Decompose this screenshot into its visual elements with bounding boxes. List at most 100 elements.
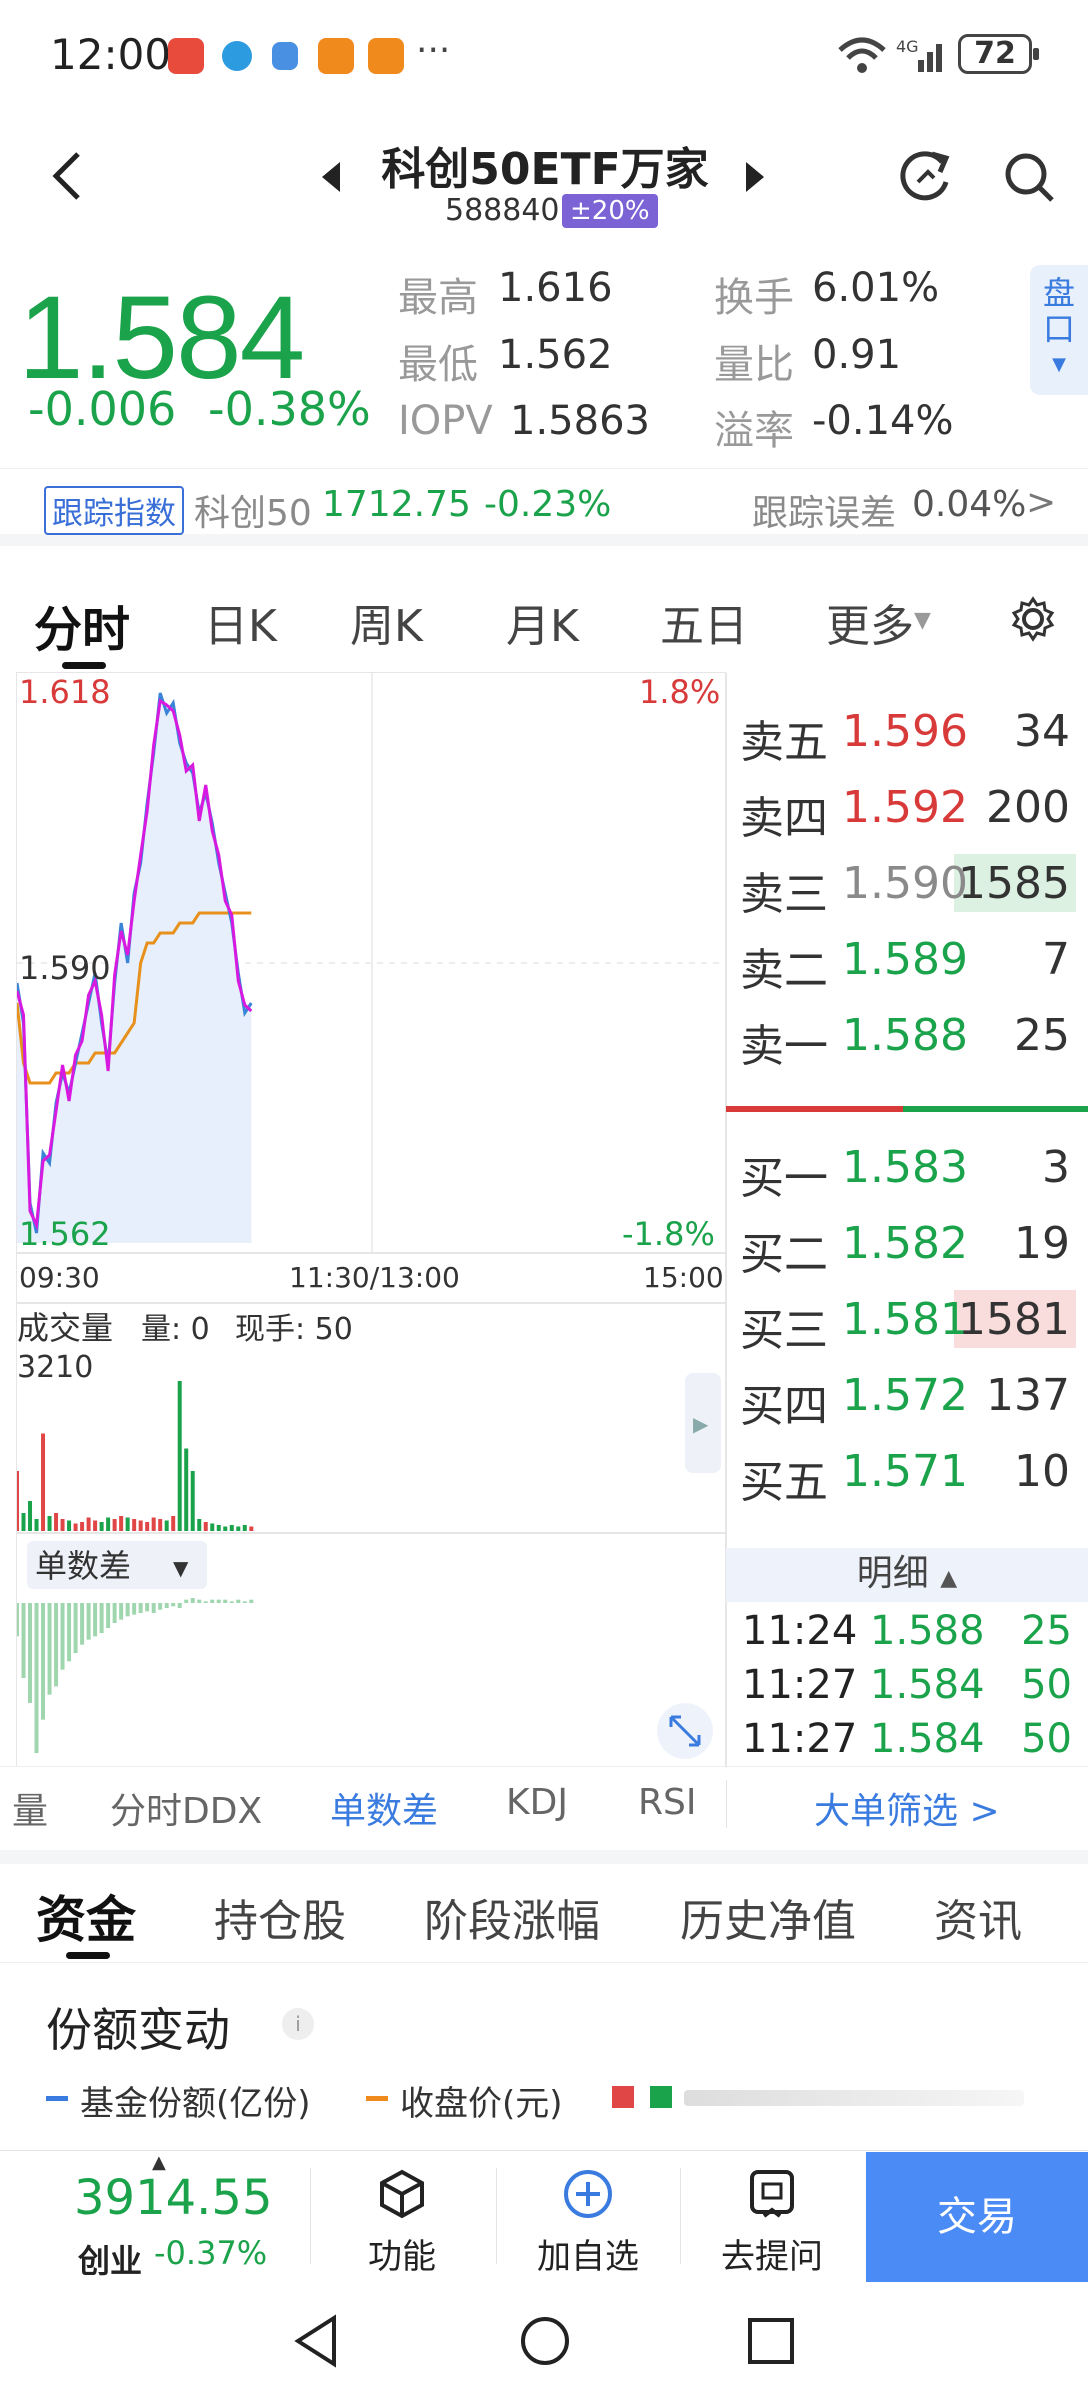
diff-bar (171, 1603, 176, 1607)
volume-bar (54, 1513, 59, 1531)
legend-red-swatch (612, 2086, 634, 2108)
diff-bar (242, 1601, 247, 1603)
ask-volume: 7 (1042, 934, 1070, 985)
bid-row[interactable]: 买三 1.581 1581 (740, 1282, 1076, 1358)
ask-row[interactable]: 卖五 1.596 34 (740, 694, 1070, 770)
big-order-filter-link[interactable]: 大单筛选 > (814, 1782, 1000, 1834)
bid-row[interactable]: 买五 1.571 10 (740, 1434, 1070, 1510)
diff-bar (164, 1603, 169, 1608)
section-tab-fund-flow[interactable]: 资金 (36, 1880, 136, 1952)
ask-row[interactable]: 卖一 1.588 25 (740, 998, 1070, 1074)
ask-bid-ratio-green (903, 1106, 1088, 1112)
stat-iopv-label: IOPV (398, 398, 493, 444)
toolbar-separator (310, 2168, 311, 2264)
fund-code: 588840 (445, 193, 560, 228)
diff-bar (15, 1603, 19, 1637)
detail-header-label: 明细 (856, 1553, 929, 1594)
section-tab-period-change[interactable]: 阶段涨幅 (424, 1885, 600, 1949)
system-recents-icon[interactable] (746, 2316, 796, 2366)
ask-question-label: 去提问 (721, 2237, 823, 2277)
gear-icon[interactable] (1010, 596, 1056, 642)
diff-bar (229, 1601, 234, 1603)
tab-five-day[interactable]: 五日 (660, 590, 748, 654)
plus-circle-icon (564, 2170, 612, 2218)
detail-header[interactable]: 明细 ▲ (726, 1548, 1088, 1602)
add-watchlist-button[interactable]: 加自选 (498, 2168, 678, 2278)
tab-daily-k[interactable]: 日K (204, 590, 277, 654)
tracking-index-change: -0.23% (484, 484, 612, 525)
diff-bar (80, 1603, 85, 1645)
toolbar-separator (680, 2168, 681, 2264)
section-tab-news[interactable]: 资讯 (934, 1885, 1022, 1949)
next-stock-icon[interactable] (742, 160, 766, 194)
tick-row: 11:24 1.588 25 (742, 1608, 1072, 1658)
function-button[interactable]: 功能 (312, 2168, 492, 2278)
diff-bar (138, 1603, 143, 1613)
diff-bar (216, 1599, 221, 1603)
more-notifications-icon: ··· (416, 30, 451, 71)
market-index-value[interactable]: 3914.55 (74, 2170, 273, 2226)
back-arrow-icon[interactable] (50, 150, 86, 202)
bid-level-label: 买四 (740, 1381, 828, 1432)
legend-gradient-bar (684, 2090, 1024, 2106)
bid-level-label: 买五 (740, 1457, 828, 1508)
section-tab-holdings[interactable]: 持仓股 (214, 1885, 346, 1949)
ask-row[interactable]: 卖四 1.592 200 (740, 770, 1070, 846)
volume-bar (93, 1520, 98, 1531)
bid-volume: 137 (986, 1370, 1070, 1421)
diff-bar (249, 1599, 254, 1603)
tab-intraday[interactable]: 分时 (34, 590, 130, 660)
diff-bar (34, 1603, 39, 1753)
indicator-tab-diff[interactable]: 单数差 (330, 1782, 438, 1834)
volume-bar (119, 1516, 124, 1531)
stat-low-value: 1.562 (498, 332, 613, 378)
question-icon (750, 2170, 794, 2218)
bid-price: 1.582 (842, 1218, 968, 1269)
tick-price: 1.588 (870, 1608, 985, 1654)
volume-bar (47, 1516, 52, 1531)
section-tab-nav-history[interactable]: 历史净值 (680, 1885, 856, 1949)
tab-weekly-k[interactable]: 周K (350, 590, 423, 654)
volume-bar (86, 1517, 91, 1531)
bid-price: 1.583 (842, 1142, 968, 1193)
tick-row: 11:27 1.584 50 (742, 1662, 1072, 1712)
bid-row[interactable]: 买一 1.583 3 (740, 1130, 1070, 1206)
search-icon[interactable] (1002, 150, 1058, 206)
diff-bar (67, 1603, 72, 1662)
trade-button[interactable]: 交易 (866, 2152, 1088, 2282)
cube-icon (380, 2169, 424, 2219)
indicator-tab-volume[interactable]: 量 (12, 1782, 48, 1834)
diff-bar (145, 1603, 150, 1612)
ask-row[interactable]: 卖二 1.589 7 (740, 922, 1070, 998)
volume-bar (190, 1471, 195, 1531)
tick-vol: 25 (1021, 1608, 1072, 1654)
system-back-icon[interactable] (292, 2314, 342, 2368)
ask-level-label: 卖五 (740, 717, 828, 768)
function-button-label: 功能 (368, 2237, 436, 2277)
bid-row[interactable]: 买二 1.582 19 (740, 1206, 1070, 1282)
bid-row[interactable]: 买四 1.572 137 (740, 1358, 1070, 1434)
stat-high-label: 最高 (398, 275, 478, 321)
orderbook-toggle-button[interactable]: 盘口 ▼ (1030, 265, 1088, 395)
price-change: -0.006 (28, 382, 177, 436)
ask-level-label: 卖二 (740, 945, 828, 996)
intraday-chart-svg: 1.618 1.590 1.562 1.8% -1.8% 09:30 11:30… (15, 673, 728, 1768)
market-index-change: -0.37% (154, 2234, 268, 2272)
diff-bar (197, 1599, 202, 1603)
svg-text:4G: 4G (896, 37, 919, 56)
indicator-tab-ddx[interactable]: 分时DDX (110, 1782, 262, 1834)
stat-premium-label: 溢率 (714, 408, 794, 454)
ask-question-button[interactable]: 去提问 (682, 2168, 862, 2278)
volume-bar (151, 1517, 156, 1531)
tab-more[interactable]: 更多 (826, 590, 914, 654)
intraday-chart[interactable]: 1.618 1.590 1.562 1.8% -1.8% 09:30 11:30… (15, 672, 728, 1768)
volume-bars-group (15, 1381, 254, 1531)
system-home-icon[interactable] (518, 2314, 572, 2368)
add-watchlist-label: 加自选 (537, 2237, 639, 2277)
ask-row[interactable]: 卖三 1.590 1585 (740, 846, 1076, 922)
indicator-tab-rsi[interactable]: RSI (638, 1782, 696, 1823)
info-icon[interactable]: i (282, 2008, 314, 2040)
refresh-icon[interactable] (898, 148, 954, 204)
indicator-tab-kdj[interactable]: KDJ (506, 1782, 568, 1823)
tab-monthly-k[interactable]: 月K (506, 590, 579, 654)
